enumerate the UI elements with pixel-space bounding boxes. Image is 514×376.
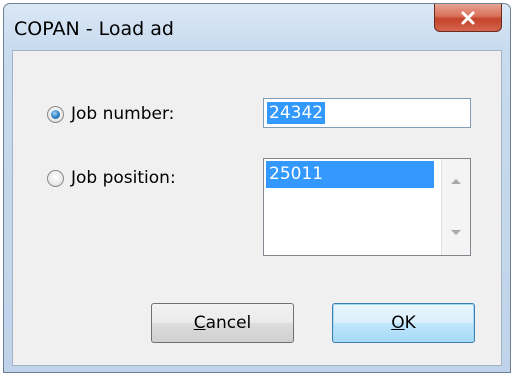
window-title: COPAN - Load ad [14,18,174,40]
ok-mnemonic: O [391,313,405,333]
scroll-down-arrow-icon[interactable] [451,230,461,235]
ok-button[interactable]: OK [332,303,475,343]
job-number-label: Job number: [71,104,175,124]
load-ad-dialog: COPAN - Load ad Job number: 24342 Job po… [3,3,511,373]
list-item[interactable]: 25011 [266,161,434,188]
close-button[interactable] [434,4,502,32]
job-number-value: 24342 [267,102,326,124]
job-number-option[interactable]: Job number: [47,104,174,124]
dialog-body: Job number: 24342 Job position: 25011 Ca… [12,50,502,366]
close-icon [461,11,475,24]
cancel-button[interactable]: Cancel [151,303,294,343]
ok-label: K [404,313,416,333]
job-position-radio[interactable] [47,169,64,187]
job-number-input[interactable]: 24342 [263,98,471,128]
job-position-option[interactable]: Job position: [47,168,176,188]
cancel-label: ancel [205,313,252,333]
title-bar[interactable]: COPAN - Load ad [4,4,510,50]
job-position-list[interactable]: 25011 [263,158,471,256]
scroll-up-arrow-icon[interactable] [451,179,461,184]
job-position-label: Job position: [71,168,176,188]
job-number-radio[interactable] [47,105,64,123]
list-scrollbar[interactable] [441,159,470,255]
cancel-mnemonic: C [193,313,206,333]
